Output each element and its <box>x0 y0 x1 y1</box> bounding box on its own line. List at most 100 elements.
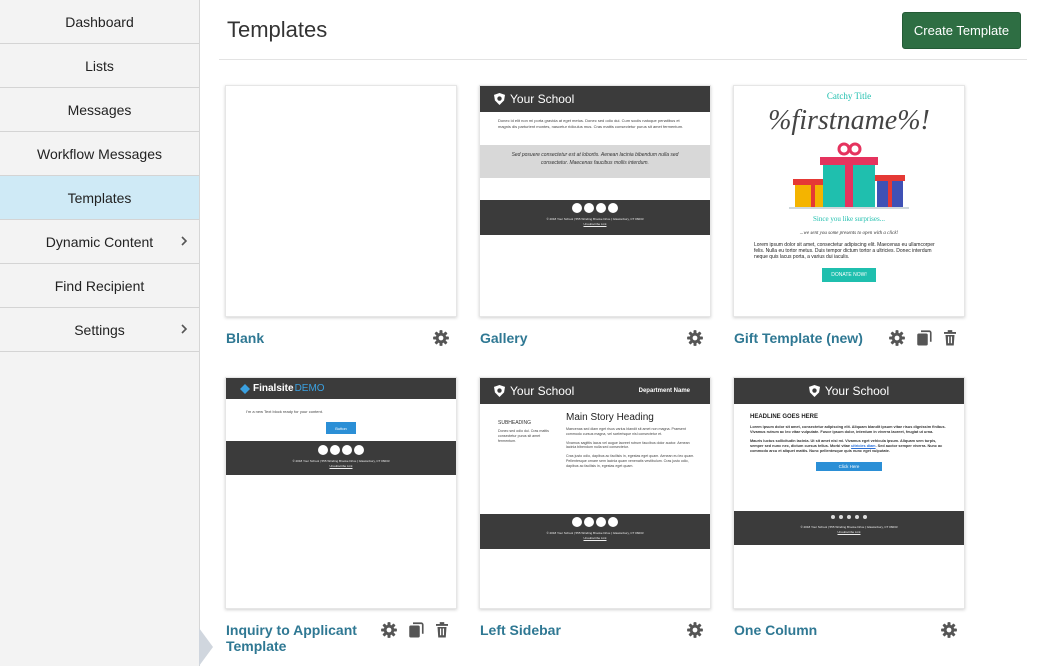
preview-side-text: Donec sed odio dui. Cras mattis consecte… <box>498 429 549 443</box>
gear-icon[interactable] <box>686 329 704 347</box>
preview-button: Click Here <box>816 462 882 471</box>
preview-button: Button <box>326 422 356 434</box>
template-preview-left-sidebar[interactable]: Your School Department Name SUBHEADING D… <box>479 377 711 609</box>
preview-paragraph: Cras justo odio, dapibus ac facilisis in… <box>566 454 695 468</box>
preview-firstname: %firstname%! <box>768 105 930 136</box>
sidebar-item-templates[interactable]: Templates <box>0 176 199 220</box>
google-plus-icon <box>342 445 352 455</box>
template-name-inquiry[interactable]: Inquiry to Applicant Template <box>226 622 376 654</box>
google-plus-icon <box>847 515 851 519</box>
page-header: Templates Create Template <box>219 0 1027 60</box>
sidebar-item-dashboard[interactable]: Dashboard <box>0 0 199 44</box>
template-preview-gift[interactable]: Catchy Title %firstname%! Since you like… <box>733 85 965 317</box>
sidebar-item-label: Messages <box>67 101 132 118</box>
template-preview-one-column[interactable]: Your School HEADLINE GOES HERE Lorem ips… <box>733 377 965 609</box>
youtube-icon <box>855 515 859 519</box>
preview-department: Department Name <box>638 388 690 394</box>
sidebar-item-lists[interactable]: Lists <box>0 44 199 88</box>
preview-header: Your School <box>734 378 964 404</box>
gear-icon[interactable] <box>380 621 398 639</box>
youtube-icon <box>354 445 364 455</box>
unsubscribe-link: Unsubscribe Link <box>583 536 607 540</box>
sidebar-item-find-recipient[interactable]: Find Recipient <box>0 264 199 308</box>
preview-paragraph: Mauris luctus sollicitudin lacinia. Ut s… <box>750 439 948 454</box>
copy-icon[interactable] <box>915 329 933 347</box>
footer-address: © 2018 Your School | 555 Winding Brooke … <box>800 525 898 529</box>
shield-icon <box>808 385 820 397</box>
gear-icon[interactable] <box>686 621 704 639</box>
template-name-one-column[interactable]: One Column <box>734 622 817 638</box>
facebook-icon <box>318 445 328 455</box>
preview-header: Your School Department Name <box>480 378 710 404</box>
preview-side-column: SUBHEADING Donec sed odio dui. Cras matt… <box>498 412 558 514</box>
sidebar-item-label: Templates <box>67 189 132 206</box>
preview-donate-button: DONATE NOW! <box>822 268 876 282</box>
preview-footer: © 2018 Your School | 555 Winding Brooke … <box>734 511 964 545</box>
preview-columns: SUBHEADING Donec sed odio dui. Cras matt… <box>480 404 710 514</box>
unsubscribe-link: Unsubscribe Link <box>837 530 861 534</box>
social-icons <box>226 445 456 455</box>
copy-icon[interactable] <box>407 621 425 639</box>
preview-footer: © 2018 Your School | 555 Winding Brooke … <box>480 514 710 549</box>
sidebar-item-label: Lists <box>85 57 114 74</box>
sidebar-item-dynamic-content[interactable]: Dynamic Content <box>0 220 199 264</box>
preview-school-name: Your School <box>510 384 575 398</box>
preview-body-text: Donec id elit non mi porta gravida at eg… <box>498 118 684 129</box>
finalsite-brand: Finalsite <box>253 383 294 394</box>
preview-header: Finalsite DEMO <box>226 378 456 399</box>
preview-school-name: Your School <box>510 92 575 106</box>
twitter-icon <box>584 517 594 527</box>
template-name-blank[interactable]: Blank <box>226 330 264 346</box>
app: Dashboard Lists Messages Workflow Messag… <box>0 0 1046 666</box>
gear-icon[interactable] <box>940 621 958 639</box>
sidebar-item-label: Workflow Messages <box>36 145 162 162</box>
sidebar-item-settings[interactable]: Settings <box>0 308 199 352</box>
facebook-icon <box>572 203 582 213</box>
unsubscribe-link: Unsubscribe Link <box>329 464 353 468</box>
social-icons <box>480 517 710 527</box>
template-name-gallery[interactable]: Gallery <box>480 330 527 346</box>
preview-footer: © 2018 Your School | 555 Winding Brooke … <box>226 441 456 475</box>
preview-paragraph: Maecenas sed diam eget risus varius blan… <box>566 427 686 436</box>
twitter-icon <box>330 445 340 455</box>
sidebar-item-workflow-messages[interactable]: Workflow Messages <box>0 132 199 176</box>
trash-icon[interactable] <box>433 621 451 639</box>
create-template-button[interactable]: Create Template <box>902 12 1021 49</box>
preview-subheading: SUBHEADING <box>498 420 532 426</box>
template-name-left-sidebar[interactable]: Left Sidebar <box>480 622 561 638</box>
preview-body-text: Lorem ipsum dolor sit amet, consectetur … <box>754 242 935 260</box>
template-preview-gallery[interactable]: Your School Donec id elit non mi porta g… <box>479 85 711 317</box>
social-icons <box>480 203 710 213</box>
page-title: Templates <box>227 17 328 42</box>
gear-icon[interactable] <box>888 329 906 347</box>
gear-icon[interactable] <box>432 329 450 347</box>
preview-since: Since you like surprises... <box>813 215 885 223</box>
finalsite-logo-icon <box>240 383 250 394</box>
facebook-icon <box>831 515 835 519</box>
footer-address: © 2018 Your School | 555 Winding Brooke … <box>292 459 390 463</box>
youtube-icon <box>608 203 618 213</box>
template-preview-blank[interactable] <box>225 85 457 317</box>
preview-content: HEADLINE GOES HERE Lorem ipsum dolor sit… <box>734 404 964 511</box>
template-name-gift[interactable]: Gift Template (new) <box>734 330 863 346</box>
chevron-right-icon <box>181 236 188 246</box>
google-plus-icon <box>596 203 606 213</box>
sidebar-item-messages[interactable]: Messages <box>0 88 199 132</box>
template-preview-inquiry[interactable]: Finalsite DEMO I'm a new Text block read… <box>225 377 457 609</box>
preview-main-heading: Main Story Heading <box>566 412 654 423</box>
twitter-icon <box>839 515 843 519</box>
finalsite-demo: DEMO <box>294 383 325 394</box>
sidebar-collapse-handle[interactable] <box>199 628 215 666</box>
youtube-icon <box>608 517 618 527</box>
instagram-icon <box>863 515 867 519</box>
trash-icon[interactable] <box>941 329 959 347</box>
shield-icon <box>494 385 505 397</box>
preview-brand: Your School <box>494 384 574 398</box>
preview-header: Your School <box>480 86 710 112</box>
preview-school-name: Your School <box>824 384 890 398</box>
preview-main-column: Main Story Heading Maecenas sed diam ege… <box>558 412 700 514</box>
preview-catchy-title: Catchy Title <box>826 91 872 101</box>
preview-quote: Sed posuere consectetur est at lobortis.… <box>480 145 710 178</box>
preview-paragraph: Lorem ipsum dolor sit amet, consectetur … <box>750 425 946 434</box>
preview-body-text: I'm a new Text block ready for your cont… <box>246 409 323 414</box>
